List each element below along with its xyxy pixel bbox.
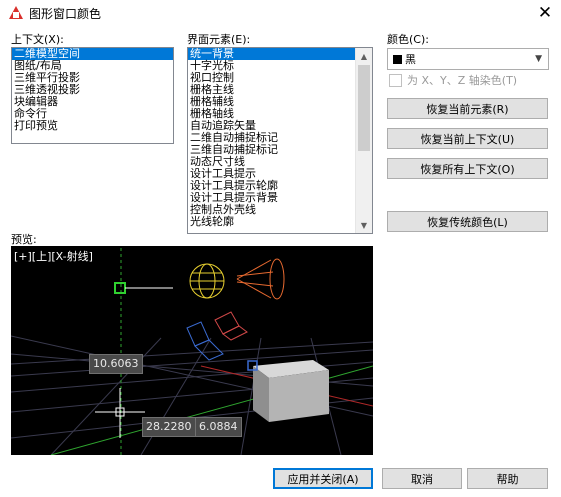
color-swatch	[393, 54, 402, 64]
color-select[interactable]: 黑 ▼	[387, 48, 549, 70]
spotlight-icon	[236, 258, 285, 300]
scroll-down-icon[interactable]: ▼	[356, 217, 372, 233]
tint-axes-label: 为 X、Y、Z 轴染色(T)	[407, 74, 518, 87]
restore-all-contexts-button[interactable]: 恢复所有上下文(O)	[387, 158, 548, 179]
restore-current-context-button[interactable]: 恢复当前上下文(U)	[387, 128, 548, 149]
color-label: 颜色(C):	[387, 33, 429, 46]
dynamic-dimension-1: 10.6063	[89, 354, 143, 374]
dynamic-dimension-3: 6.0884	[195, 417, 242, 437]
tint-axes-checkbox[interactable]	[389, 73, 402, 87]
context-list-item[interactable]: 打印预览	[12, 120, 173, 132]
restore-current-element-button[interactable]: 恢复当前元素(R)	[387, 98, 548, 119]
preview-label: 预览:	[11, 233, 37, 246]
interface-element-list-item[interactable]: 光线轮廓	[188, 216, 372, 228]
window-title: 图形窗口颜色	[29, 7, 102, 21]
context-listbox[interactable]: 二维模型空间 图纸/布局 三维平行投影 三维透视投影 块编辑器 命令行 打印预览	[11, 47, 174, 144]
apply-close-button[interactable]: 应用并关闭(A)	[273, 468, 373, 489]
close-button[interactable]: ✕	[531, 0, 559, 26]
restore-classic-colors-button[interactable]: 恢复传统颜色(L)	[387, 211, 548, 232]
color-value: 黑	[405, 53, 416, 66]
cancel-button[interactable]: 取消	[382, 468, 462, 489]
interface-elements-label: 界面元素(E):	[187, 33, 251, 46]
scroll-thumb[interactable]	[358, 65, 370, 151]
elements-scrollbar[interactable]: ▲ ▼	[355, 48, 372, 233]
cube-solid	[253, 360, 329, 422]
point-light-icon	[189, 263, 225, 299]
snap-marker-icon	[114, 282, 126, 294]
chevron-down-icon: ▼	[535, 54, 542, 64]
tint-axes-checkbox-row[interactable]: 为 X、Y、Z 轴染色(T)	[389, 72, 517, 88]
context-label: 上下文(X):	[11, 33, 64, 46]
viewport-label: [+][上][X-射线]	[14, 250, 93, 263]
crosshair-cursor-icon	[95, 388, 145, 438]
help-button[interactable]: 帮助	[467, 468, 548, 489]
preview-canvas: [+][上][X-射线] 10.6063 28.2280 6.0884	[11, 246, 373, 455]
dynamic-dimension-2: 28.2280	[142, 417, 196, 437]
autocad-logo-icon	[9, 6, 23, 19]
interface-elements-listbox[interactable]: ▲ ▼ 统一背景 十字光标 视口控制 栅格主线 栅格辅线 栅格轴线 自动追踪矢量 二维自动捕捉…	[187, 47, 373, 234]
scroll-up-icon[interactable]: ▲	[356, 48, 372, 64]
